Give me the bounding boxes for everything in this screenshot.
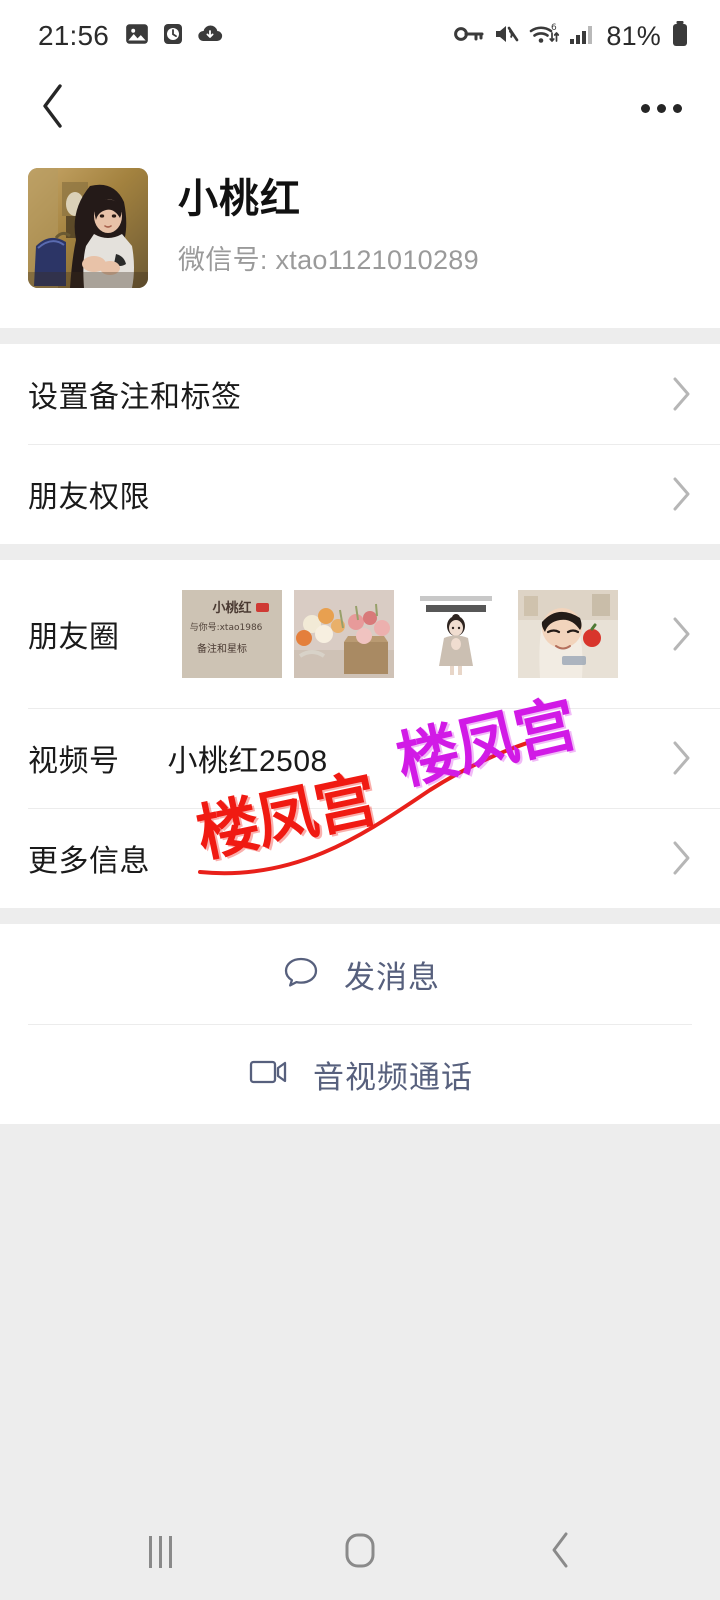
system-navigation-bar xyxy=(0,1504,720,1600)
phone-screen: 21:56 6 81% 小桃红 微信号: xtao1121010289 设置备注… xyxy=(0,0,720,1600)
row-label: 更多信息 xyxy=(28,845,150,878)
mute-icon xyxy=(493,22,519,51)
list-item[interactable] xyxy=(405,590,506,678)
svg-text:6: 6 xyxy=(551,23,557,33)
status-bar: 21:56 6 81% xyxy=(0,0,720,72)
recents-icon xyxy=(148,1536,172,1568)
profile-header[interactable]: 小桃红 微信号: xtao1121010289 xyxy=(0,144,720,328)
recents-button[interactable] xyxy=(115,1517,205,1587)
profile-text-block: 小桃红 微信号: xtao1121010289 xyxy=(178,168,479,277)
cellular-signal-icon xyxy=(569,22,597,51)
battery-percent: 81% xyxy=(606,20,661,51)
video-call-button[interactable]: 音视频通话 xyxy=(0,1024,720,1124)
back-button-system[interactable] xyxy=(515,1517,605,1587)
settings-section: 设置备注和标签 朋友权限 xyxy=(0,344,720,544)
cloud-download-icon xyxy=(196,21,224,52)
row-label: 朋友圈 xyxy=(28,621,120,654)
more-options-icon xyxy=(672,103,682,113)
chevron-right-icon xyxy=(670,375,692,413)
row-set-remark-and-tags[interactable]: 设置备注和标签 xyxy=(0,344,720,444)
section-divider xyxy=(0,908,720,924)
row-friend-permissions[interactable]: 朋友权限 xyxy=(0,444,720,544)
chevron-right-icon xyxy=(670,739,692,777)
svg-text:小桃红: 小桃红 xyxy=(212,600,251,616)
app-nav-bar xyxy=(0,72,720,144)
more-options-icon xyxy=(640,103,650,113)
image-icon xyxy=(124,21,150,52)
chevron-left-icon xyxy=(40,83,66,134)
info-section: 朋友圈 小桃红 与你号:xtao1986 备注和星标 视频号 小桃红2508 更… xyxy=(0,560,720,908)
video-call-label: 音视频通话 xyxy=(313,1059,473,1095)
row-label: 朋友权限 xyxy=(28,481,150,514)
profile-wechat-id: 微信号: xtao1121010289 xyxy=(178,245,479,275)
clock-icon xyxy=(161,21,185,52)
chevron-right-icon xyxy=(670,475,692,513)
home-button[interactable] xyxy=(315,1517,405,1587)
svg-text:与你号:xtao1986: 与你号:xtao1986 xyxy=(189,621,262,633)
row-label: 视频号 xyxy=(28,745,120,778)
row-value: 小桃红2508 xyxy=(167,745,328,778)
moments-thumbnails[interactable]: 小桃红 与你号:xtao1986 备注和星标 xyxy=(181,590,618,678)
action-section: 发消息 音视频通话 xyxy=(0,924,720,1124)
list-item[interactable] xyxy=(517,590,618,678)
chevron-right-icon xyxy=(670,615,692,653)
row-channels[interactable]: 视频号 小桃红2508 xyxy=(0,708,720,808)
row-label: 设置备注和标签 xyxy=(28,381,242,414)
back-button[interactable] xyxy=(26,81,80,135)
status-time: 21:56 xyxy=(38,20,110,51)
row-more-info[interactable]: 更多信息 xyxy=(0,808,720,908)
row-moments[interactable]: 朋友圈 小桃红 与你号:xtao1986 备注和星标 xyxy=(0,560,720,708)
more-options-icon xyxy=(656,103,666,113)
more-options-button[interactable] xyxy=(634,81,688,135)
back-icon xyxy=(547,1530,573,1575)
send-message-label: 发消息 xyxy=(344,959,440,995)
status-bar-left: 21:56 xyxy=(38,20,224,52)
avatar[interactable] xyxy=(28,168,148,288)
section-divider xyxy=(0,328,720,344)
send-message-button[interactable]: 发消息 xyxy=(0,924,720,1024)
status-bar-right: 6 81% xyxy=(454,20,690,53)
chevron-right-icon xyxy=(670,839,692,877)
list-item[interactable]: 小桃红 与你号:xtao1986 备注和星标 xyxy=(181,590,282,678)
wifi-6-icon: 6 xyxy=(528,21,560,52)
profile-header-card: 小桃红 微信号: xtao1121010289 xyxy=(0,144,720,328)
list-item[interactable] xyxy=(293,590,394,678)
battery-icon xyxy=(670,20,690,53)
vpn-key-icon xyxy=(454,23,484,50)
section-divider xyxy=(0,544,720,560)
video-camera-icon xyxy=(247,1055,291,1094)
profile-name: 小桃红 xyxy=(178,177,301,221)
svg-text:备注和星标: 备注和星标 xyxy=(197,642,247,655)
home-icon xyxy=(343,1530,377,1575)
chat-bubble-icon xyxy=(280,951,322,998)
